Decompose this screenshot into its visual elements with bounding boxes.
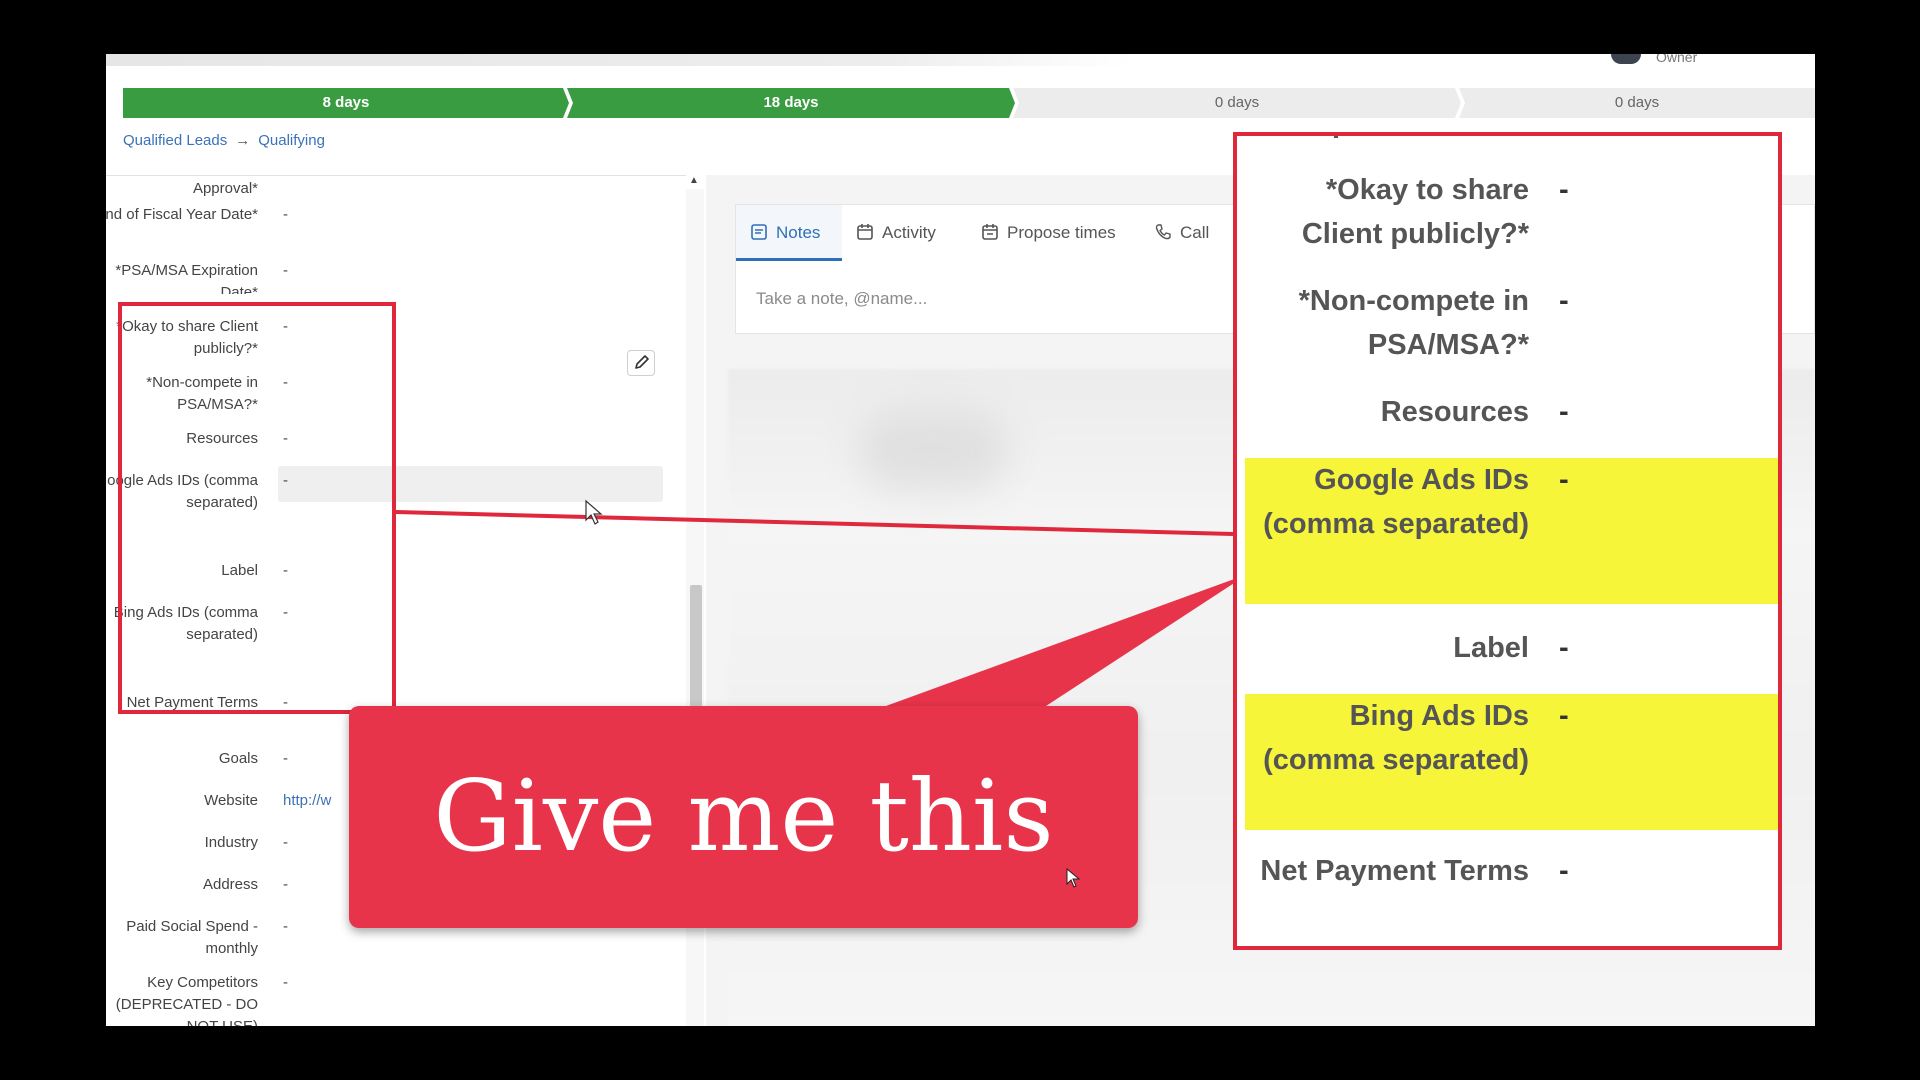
callout-value: - [1559, 632, 1569, 664]
notes-icon [751, 224, 767, 240]
tab-label: Call [1180, 223, 1210, 242]
callout-value: - [1559, 700, 1569, 732]
callout-row-okay-to-share: *Okay to share Client publicly?* - [1237, 168, 1778, 268]
mouse-cursor-icon [1066, 868, 1081, 888]
breadcrumb-pipeline-link[interactable]: Qualified Leads [123, 132, 227, 149]
callout-value: - [1559, 174, 1569, 206]
field-label: *End of Fiscal Year Date* [106, 206, 258, 223]
top-strip [106, 54, 1815, 66]
breadcrumb: Qualified Leads → Qualifying [123, 132, 325, 149]
tab-label: Activity [882, 223, 936, 242]
pipeline-stage-3[interactable]: 0 days [1013, 88, 1461, 118]
pipeline-stage-2[interactable]: 18 days [567, 88, 1015, 118]
pipeline-stage-4[interactable]: 0 days [1459, 88, 1815, 118]
arrow-right-icon: → [235, 132, 251, 149]
stage-label: 0 days [1614, 94, 1660, 111]
tab-activity[interactable]: Activity [856, 205, 936, 261]
field-value[interactable]: - [283, 874, 288, 896]
callout-label: Resources [1380, 396, 1529, 428]
callout-value: - [1559, 285, 1569, 317]
note-input[interactable]: Take a note, @name... [756, 289, 927, 309]
pipeline-stage-1[interactable]: 8 days [123, 88, 569, 118]
field-value[interactable]: - [283, 916, 288, 938]
field-psa-expiration: *PSA/MSA Expiration Date* - [106, 260, 666, 301]
field-label: Goals [218, 750, 258, 767]
phone-icon [1155, 224, 1171, 240]
callout-label: *Non-compete in PSA/MSA?* [1298, 285, 1529, 361]
pencil-icon [635, 355, 649, 369]
callout-label: *Okay to share Client publicly?* [1301, 174, 1529, 250]
callout-value: - [1559, 855, 1569, 887]
field-label: Industry [204, 834, 258, 851]
callout-row-bing-ads-ids: Bing Ads IDs (comma separated) - [1245, 694, 1778, 830]
field-label: Address [202, 876, 258, 893]
field-value[interactable]: - [283, 832, 288, 854]
field-label: Paid Social Spend - monthly [126, 918, 258, 957]
field-value[interactable]: - [283, 748, 288, 770]
tab-propose-times[interactable]: Propose times [981, 205, 1116, 261]
callout-label: Google Ads IDs (comma separated) [1263, 464, 1529, 540]
callout-value: - [1559, 464, 1569, 496]
app-screen: Owner 8 days 18 days 0 days 0 days Quali… [106, 54, 1815, 1026]
stage-label: 18 days [763, 94, 819, 111]
field-value[interactable]: - [283, 972, 288, 994]
tab-call[interactable]: Call [1154, 205, 1209, 261]
website-link[interactable]: http://w [283, 790, 331, 812]
stage-label: 0 days [1214, 94, 1260, 111]
callout-row-label: Label - [1237, 626, 1778, 682]
callout-label: Net Payment Terms [1260, 855, 1529, 887]
pipeline-stages: 8 days 18 days 0 days 0 days [123, 88, 1815, 118]
annotation-highlight-box [118, 302, 396, 714]
field-value[interactable]: - [283, 204, 288, 226]
callout-label: Label [1453, 632, 1529, 664]
breadcrumb-stage-link[interactable]: Qualifying [258, 132, 325, 149]
edit-field-button[interactable] [627, 350, 655, 376]
callout-value: - [1559, 396, 1569, 428]
callout-row-net-payment-terms: Net Payment Terms - [1237, 849, 1778, 946]
banner-text: Give me this [433, 760, 1054, 874]
annotation-banner: Give me this [349, 706, 1138, 928]
owner-label: Owner [1656, 54, 1698, 65]
callout-header-dots [1334, 136, 1338, 138]
scroll-up-arrow-icon[interactable]: ▲ [689, 175, 699, 189]
scrollbar-thumb[interactable] [690, 585, 702, 715]
callout-row-non-compete: *Non-compete in PSA/MSA?* - [1237, 279, 1778, 379]
field-value[interactable]: - [283, 260, 288, 282]
callout-row-google-ads-ids: Google Ads IDs (comma separated) - [1245, 458, 1778, 604]
field-label: Key Competitors (DEPRECATED - DO NOT USE… [115, 974, 258, 1026]
zoomed-callout: *Okay to share Client publicly?* - *Non-c… [1233, 132, 1782, 950]
propose-times-icon [982, 224, 998, 240]
tab-label: Propose times [1007, 223, 1116, 242]
callout-label: Bing Ads IDs (comma separated) [1263, 700, 1529, 776]
tab-notes[interactable]: Notes [736, 205, 842, 261]
stage-label: 8 days [322, 94, 370, 111]
callout-row-resources: Resources - [1237, 390, 1778, 446]
calendar-icon [857, 224, 873, 240]
field-label: Approval* [192, 180, 258, 197]
field-label: Website [204, 792, 258, 809]
tab-label: Notes [776, 223, 821, 242]
